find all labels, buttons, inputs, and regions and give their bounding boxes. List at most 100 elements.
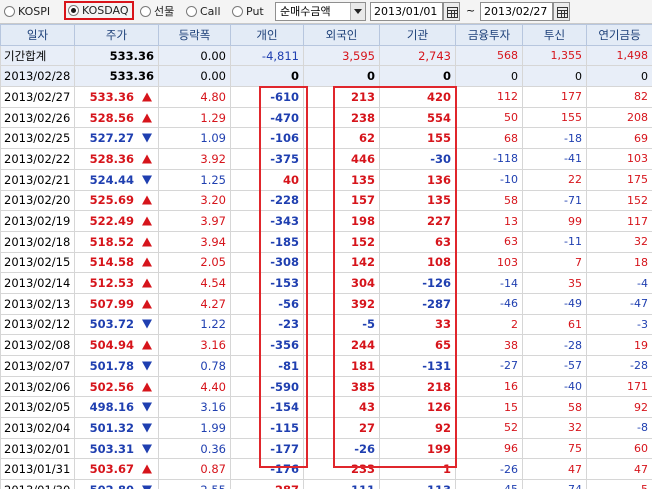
table-row[interactable]: 2013/02/13 507.99 4.27 -56 392 -287 -46 -49 -47: [0, 292, 652, 315]
cell-change: 2.55: [158, 479, 231, 489]
col-header-foreign[interactable]: 외국인: [303, 24, 380, 46]
col-header-individual[interactable]: 개인: [230, 24, 304, 46]
cell-pension: 171: [586, 375, 652, 398]
triangle-down-icon: [142, 402, 152, 412]
col-header-pension[interactable]: 연기금등: [586, 24, 652, 46]
date-range-separator: ~: [466, 4, 476, 17]
cell-change: 4.54: [158, 272, 231, 294]
cell-institution: -131: [379, 355, 456, 377]
triangle-up-icon: [142, 195, 152, 205]
triangle-up-icon: [142, 216, 152, 226]
cell-change: 3.20: [158, 189, 231, 212]
col-header-fin-invest[interactable]: 금융투자: [455, 24, 523, 46]
cell-fin-invest: 103: [455, 251, 523, 274]
col-header-date[interactable]: 일자: [0, 24, 75, 46]
table-row[interactable]: 2013/02/27 533.36 4.80 -610 213 420 112 177 82: [0, 86, 652, 108]
table-row[interactable]: 2013/02/12 503.72 1.22 -23 -5 33 2 61 -3: [0, 313, 652, 336]
cell-fin-invest: -26: [455, 458, 523, 481]
calendar-icon[interactable]: [553, 2, 570, 21]
calendar-icon[interactable]: [443, 2, 460, 21]
cell-fin-invest: 112: [455, 86, 523, 108]
cell-date: 2013/02/15: [0, 251, 75, 274]
col-header-institution[interactable]: 기관: [379, 24, 456, 46]
table-row[interactable]: 2013/02/04 501.32 1.99 -115 27 92 52 32 -8: [0, 417, 652, 439]
cell-individual: -176: [230, 458, 304, 481]
cell-change: 4.27: [158, 292, 231, 315]
cell-change: 1.29: [158, 106, 231, 129]
cell-price: 528.56: [74, 106, 159, 129]
radio-kospi[interactable]: KOSPI: [4, 3, 50, 19]
radio-label: KOSDAQ: [82, 4, 129, 17]
table-row[interactable]: 2013/02/19 522.49 3.97 -343 198 227 13 99 117: [0, 210, 652, 232]
cell-individual: -81: [230, 355, 304, 377]
cell-institution: 218: [379, 375, 456, 398]
table-row[interactable]: 2013/02/05 498.16 3.16 -154 43 126 15 58 92: [0, 396, 652, 419]
cell-trust: -41: [522, 148, 587, 170]
table-row[interactable]: 2013/02/08 504.94 3.16 -356 244 65 38 -28 19: [0, 334, 652, 356]
cell-trust: 58: [522, 396, 587, 419]
table-row[interactable]: 2013/02/26 528.56 1.29 -470 238 554 50 155 208: [0, 106, 652, 129]
col-header-trust[interactable]: 투신: [522, 24, 587, 46]
triangle-down-icon: [142, 133, 152, 143]
cell-individual: -590: [230, 375, 304, 398]
table-row[interactable]: 2013/02/06 502.56 4.40 -590 385 218 16 -40 171: [0, 375, 652, 398]
cell-trust: -40: [522, 375, 587, 398]
metric-select[interactable]: 순매수금액: [275, 2, 366, 21]
triangle-down-icon: [142, 444, 152, 454]
cell-individual: -356: [230, 334, 304, 356]
cell-price: 527.27: [74, 127, 159, 150]
cell-fin-invest: -46: [455, 292, 523, 315]
cell-foreign: 62: [303, 127, 380, 150]
table-row[interactable]: 2013/02/22 528.36 3.92 -375 446 -30 -118 -41 103: [0, 148, 652, 170]
cell-fin-invest: -45: [455, 479, 523, 489]
cell-date: 2013/02/06: [0, 375, 75, 398]
table-row[interactable]: 2013/02/25 527.27 1.09 -106 62 155 68 -18 69: [0, 127, 652, 150]
radio-put[interactable]: Put: [232, 3, 264, 19]
radio-futures[interactable]: 선물: [140, 3, 174, 19]
cell-date: 2013/02/08: [0, 334, 75, 356]
cell-institution: 65: [379, 334, 456, 356]
radio-call[interactable]: Call: [186, 3, 221, 19]
cell-date: 2013/02/01: [0, 437, 75, 460]
cell-change: 1.09: [158, 127, 231, 150]
cell-trust: 99: [522, 210, 587, 232]
cell-individual: -4,811: [230, 44, 304, 67]
cell-date: 2013/02/27: [0, 86, 75, 108]
col-header-change[interactable]: 등락폭: [158, 24, 231, 46]
table-row[interactable]: 2013/02/01 503.31 0.36 -177 -26 199 96 75 60: [0, 437, 652, 460]
table-row[interactable]: 2013/02/15 514.58 2.05 -308 142 108 103 7 18: [0, 251, 652, 274]
radio-kosdaq[interactable]: KOSDAQ: [64, 1, 134, 20]
table-row[interactable]: 2013/02/21 524.44 1.25 40 135 136 -10 22 175: [0, 168, 652, 191]
start-date-input[interactable]: 2013/01/01: [370, 2, 443, 21]
cell-individual: -153: [230, 272, 304, 294]
table-row[interactable]: 2013/02/07 501.78 0.78 -81 181 -131 -27 -57 -28: [0, 355, 652, 377]
cell-change: 4.40: [158, 375, 231, 398]
table-row[interactable]: 2013/02/20 525.69 3.20 -228 157 135 58 -71 152: [0, 189, 652, 212]
cell-individual: 40: [230, 168, 304, 191]
cell-foreign: -5: [303, 313, 380, 336]
cell-trust: 0: [522, 65, 587, 88]
cell-date: 2013/02/20: [0, 189, 75, 212]
cell-trust: 155: [522, 106, 587, 129]
cell-fin-invest: 50: [455, 106, 523, 129]
triangle-up-icon: [142, 464, 152, 474]
cell-trust: 35: [522, 272, 587, 294]
cell-date: 2013/01/31: [0, 458, 75, 481]
table-row[interactable]: 2013/02/14 512.53 4.54 -153 304 -126 -14 35 -4: [0, 272, 652, 294]
cell-foreign: 181: [303, 355, 380, 377]
table-row[interactable]: 2013/02/18 518.52 3.94 -185 152 63 63 -11 32: [0, 230, 652, 253]
cell-institution: 1: [379, 458, 456, 481]
table-row[interactable]: 2013/01/31 503.67 0.87 -176 233 1 -26 47 47: [0, 458, 652, 481]
cell-price: 498.16: [74, 396, 159, 419]
table-row[interactable]: 2013/01/30502.802.55287-111-113-45-745: [0, 479, 652, 489]
base-day-row[interactable]: 2013/02/28 533.36 0.00 0 0 0 0 0 0: [0, 65, 652, 88]
end-date-input[interactable]: 2013/02/27: [480, 2, 553, 21]
col-header-price[interactable]: 주가: [74, 24, 159, 46]
cell-price: 501.78: [74, 355, 159, 377]
summary-row[interactable]: 기간합계 533.36 0.00 -4,811 3,595 2,743 568 …: [0, 44, 652, 67]
cell-pension: 208: [586, 106, 652, 129]
chevron-down-icon[interactable]: [350, 3, 365, 20]
radio-icon: [68, 5, 79, 16]
cell-price: 525.69: [74, 189, 159, 212]
radio-label: Call: [200, 4, 221, 18]
